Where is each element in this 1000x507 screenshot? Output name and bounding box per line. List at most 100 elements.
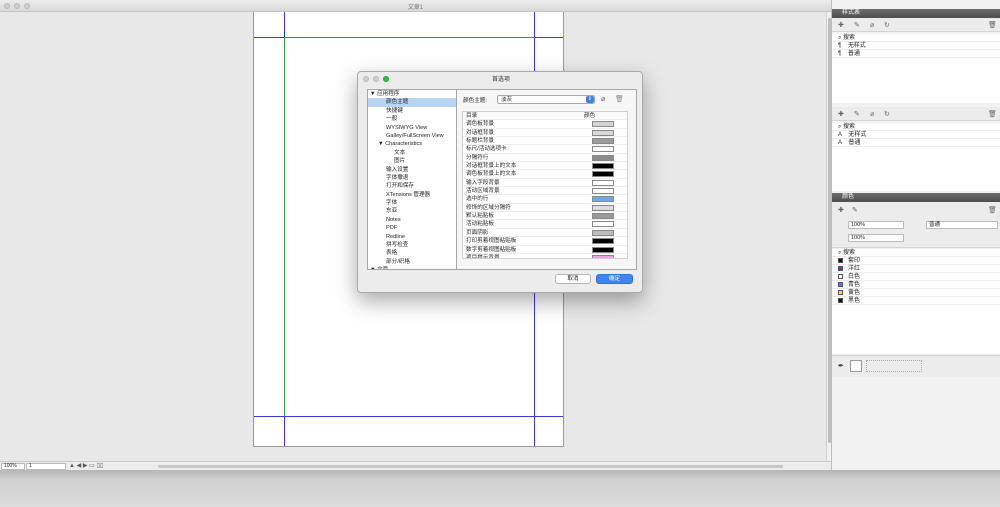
color-search[interactable]: ⌕ 搜索 [832,249,1000,257]
tree-item[interactable]: 东亚 [368,207,463,215]
styles-panel-header[interactable]: 样式表 [832,9,1000,18]
tree-item[interactable]: ▼ 应用程序 [368,90,463,98]
tree-item[interactable]: PDF [368,224,463,232]
cancel-button[interactable]: 取消 [555,274,591,284]
table-row[interactable]: 选中的行 [463,195,627,204]
refresh-char-style-icon[interactable]: ↻ [884,110,890,118]
color-swatch[interactable] [592,238,614,245]
table-row[interactable]: 默认粘贴板 [463,212,627,221]
list-item[interactable]: 黄色 [832,289,1000,297]
tree-item[interactable]: 拼写检查 [368,241,463,249]
table-row[interactable]: 调色板背景 [463,120,627,129]
table-row[interactable]: 对话框背景 [463,129,627,138]
recent-colors-grid[interactable] [866,360,922,372]
list-item[interactable]: ¶ 无样式 [832,42,1000,50]
color-swatch[interactable] [592,229,614,236]
tree-item[interactable]: 字体 [368,199,463,207]
list-item[interactable]: 青色 [832,281,1000,289]
table-row[interactable]: 输入字段背景 [463,179,627,188]
tree-item[interactable]: ▼ 文章 [368,266,463,269]
duplicate-theme-icon[interactable]: ⌀ [601,95,605,103]
list-item[interactable]: ¶ 普通 [832,50,1000,58]
tree-item[interactable]: 快捷键 [368,107,463,115]
tree-item[interactable]: Notes [368,216,463,224]
new-color-icon[interactable]: ✚ [838,206,844,214]
tree-item[interactable]: 颜色主题 [368,98,463,107]
color-swatch[interactable] [592,213,614,220]
style-search[interactable]: ⌕ 搜索 [832,34,1000,42]
color-swatch[interactable] [592,221,614,228]
new-style-icon[interactable]: ✚ [838,21,844,29]
char-style-search[interactable]: ⌕ 搜索 [832,123,1000,131]
table-row[interactable]: 标题栏背景 [463,137,627,146]
list-item[interactable]: A 无样式 [832,131,1000,139]
delete-style-icon[interactable]: 🗑 [988,21,997,29]
tree-item[interactable]: WYSIWYG View [368,124,463,132]
delete-char-style-icon[interactable]: 🗑 [988,110,997,118]
color-swatch[interactable] [592,121,614,128]
list-item[interactable]: 黑色 [832,297,1000,305]
edit-char-style-icon[interactable]: ✎ [854,110,860,118]
ok-button[interactable]: 确定 [596,274,633,284]
color-swatch[interactable] [592,146,614,153]
table-row[interactable]: 分隔符行 [463,154,627,163]
list-item[interactable]: 白色 [832,273,1000,281]
tree-item[interactable]: 表格 [368,249,463,257]
tree-item[interactable]: 文本 [368,149,463,157]
color-swatch[interactable] [592,246,614,253]
horizontal-scroll-thumb[interactable] [158,465,783,468]
table-row[interactable]: 项目提示背景 [463,254,627,258]
table-row[interactable]: 页面阴影 [463,229,627,238]
delete-theme-icon[interactable]: 🗑 [615,95,624,103]
tree-item[interactable]: 一般 [368,115,463,123]
color-swatch[interactable] [592,129,614,136]
page-nav-icon[interactable]: ▲ ◀ ▶ ▭ ▯▯ [69,462,103,469]
list-item[interactable]: 洋红 [832,265,1000,273]
opacity-field-2[interactable]: 100% [848,234,904,242]
table-row[interactable]: 活动区域背景 [463,187,627,196]
table-row[interactable]: 修饰的区域分隔符 [463,204,627,213]
color-swatch[interactable] [592,254,614,258]
new-char-style-icon[interactable]: ✚ [838,110,844,118]
edit-style-icon[interactable]: ✎ [854,21,860,29]
eyedropper-icon[interactable]: ✒ [838,362,844,370]
list-item[interactable]: 套印 [832,257,1000,265]
tree-item[interactable]: XTensions 管理器 [368,191,463,199]
color-swatch[interactable] [592,154,614,161]
opacity-field-1[interactable]: 100% [848,221,904,229]
color-swatch[interactable] [592,179,614,186]
tree-item[interactable]: 输入设置 [368,166,463,174]
table-row[interactable]: 调色板背景上的文本 [463,170,627,179]
edit-color-icon[interactable]: ✎ [852,206,858,214]
page-field[interactable]: 1 [26,463,66,470]
color-swatch[interactable] [592,196,614,203]
row-label: 页面阴影 [466,229,489,236]
color-swatch[interactable] [592,188,614,195]
table-row[interactable]: 活动粘贴板 [463,220,627,229]
refresh-style-icon[interactable]: ↻ [884,21,890,29]
colors-panel-header[interactable]: 颜色 [832,193,1000,202]
tree-item[interactable]: 打开和保存 [368,182,463,190]
zoom-field[interactable]: 100% [1,463,25,470]
color-swatch[interactable] [592,204,614,211]
color-swatch[interactable] [592,163,614,170]
tree-item[interactable]: 部分/织格 [368,258,463,266]
list-item[interactable]: A 普通 [832,139,1000,147]
delete-color-icon[interactable]: 🗑 [988,206,997,214]
duplicate-char-style-icon[interactable]: ⌀ [870,110,874,118]
color-swatch[interactable] [592,171,614,178]
table-row[interactable]: 标尺/活动选项卡 [463,145,627,154]
current-color-well[interactable] [850,360,862,372]
blend-mode-select[interactable]: 普通 [926,221,998,229]
tree-item[interactable]: 图片 [368,157,463,165]
theme-select[interactable]: 淡灰 ⇕ [497,95,595,104]
tree-item[interactable]: 字体撒退 [368,174,463,182]
tree-item[interactable]: Redline [368,233,463,241]
duplicate-style-icon[interactable]: ⌀ [870,21,874,29]
table-row[interactable]: 数字剪着视图粘贴板 [463,246,627,254]
table-row[interactable]: 对话框背景上的文本 [463,162,627,171]
table-row[interactable]: 打印剪着视图粘贴板 [463,237,627,246]
color-swatch[interactable] [592,138,614,145]
tree-item[interactable]: Galley/FullScreen View [368,132,463,140]
tree-item[interactable]: ▼ Characteristics [368,140,463,148]
